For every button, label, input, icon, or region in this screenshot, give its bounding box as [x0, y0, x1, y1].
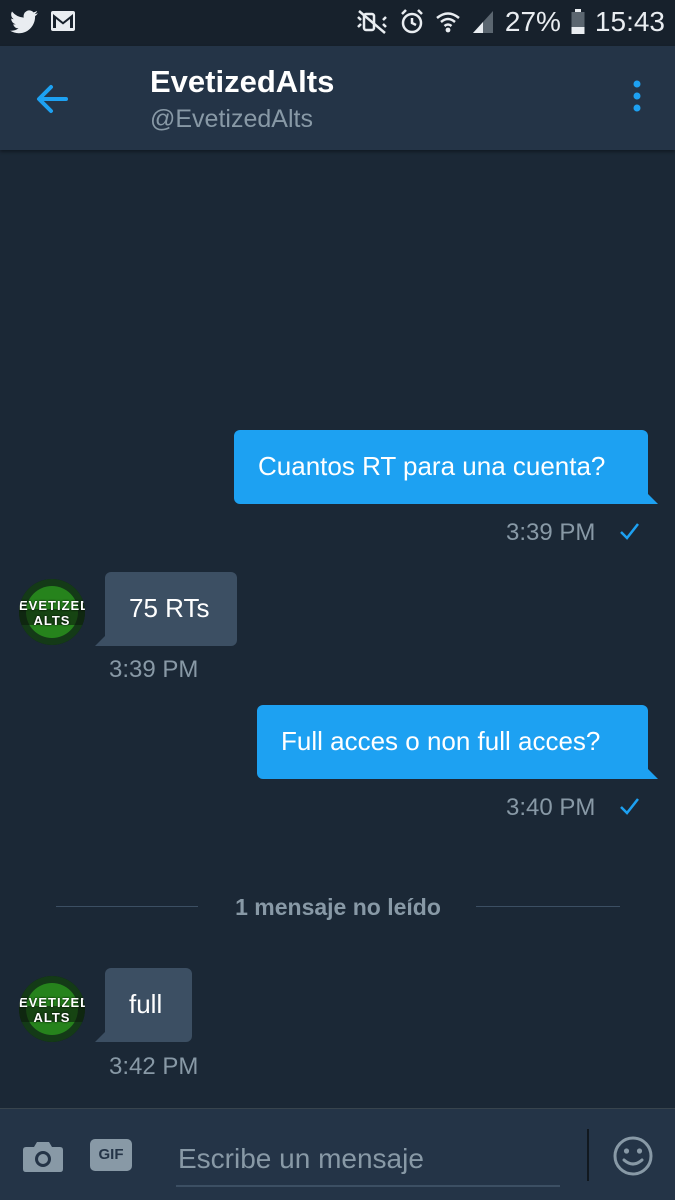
- read-check-icon: [618, 795, 640, 822]
- message-timestamp: 3:39 PM: [109, 656, 199, 683]
- compose-separator: [587, 1129, 589, 1181]
- back-arrow-icon: [37, 85, 68, 113]
- gmail-icon: [50, 10, 76, 34]
- message-input[interactable]: [176, 1133, 560, 1187]
- battery-icon: [571, 9, 585, 35]
- message-text: Cuantos RT para una cuenta?: [258, 451, 606, 481]
- page-title: EvetizedAlts: [150, 64, 335, 99]
- message-bubble-incoming[interactable]: 75 RTs: [95, 572, 237, 646]
- avatar-logo-text: EVETIZED ALTS: [19, 598, 85, 628]
- user-handle: @EvetizedAlts: [150, 105, 313, 133]
- conversation-title-block[interactable]: EvetizedAlts @EvetizedAlts: [150, 64, 334, 136]
- conversation-header: EvetizedAlts @EvetizedAlts: [0, 46, 675, 150]
- gif-button[interactable]: GIF: [90, 1139, 132, 1171]
- twitter-icon: [10, 10, 38, 34]
- alarm-icon: [399, 8, 425, 36]
- more-vertical-icon: [633, 80, 641, 112]
- wifi-icon: [435, 9, 461, 35]
- mute-icon: [355, 8, 389, 36]
- message-text: full: [129, 989, 163, 1019]
- message-bubble-incoming[interactable]: full: [95, 968, 192, 1042]
- message-bubble-outgoing[interactable]: Full acces o non full acces?: [257, 705, 658, 779]
- camera-button[interactable]: [22, 1139, 64, 1178]
- message-timestamp: 3:42 PM: [109, 1053, 199, 1080]
- back-button[interactable]: [30, 76, 76, 122]
- message-text: 75 RTs: [129, 593, 210, 623]
- battery-percent: 27%: [504, 6, 561, 37]
- signal-icon: [471, 9, 495, 35]
- compose-bar: GIF: [0, 1108, 675, 1200]
- message-text: Full acces o non full acces?: [281, 726, 601, 756]
- message-timestamp: 3:40 PM: [506, 794, 596, 821]
- overflow-menu-button[interactable]: [627, 78, 647, 118]
- status-bar: 27% 15:43: [0, 0, 675, 46]
- unread-divider: 1 mensaje no leído: [56, 892, 620, 922]
- avatar[interactable]: EVETIZED ALTS: [19, 579, 85, 645]
- status-clock: 15:43: [594, 6, 665, 37]
- unread-divider-label: 1 mensaje no leído: [235, 894, 441, 920]
- avatar-logo-text: EVETIZED ALTS: [19, 995, 85, 1025]
- emoji-button[interactable]: [612, 1135, 654, 1182]
- message-timestamp: 3:39 PM: [506, 519, 596, 546]
- dm-conversation-screen: 27% 15:43 EvetizedAlts @EvetizedAlts Cua…: [0, 0, 675, 1200]
- divider-line: [476, 906, 620, 907]
- message-bubble-outgoing[interactable]: Cuantos RT para una cuenta?: [234, 430, 658, 504]
- read-check-icon: [618, 520, 640, 547]
- smiley-icon: [613, 1136, 653, 1176]
- avatar[interactable]: EVETIZED ALTS: [19, 976, 85, 1042]
- camera-icon: [23, 1142, 63, 1172]
